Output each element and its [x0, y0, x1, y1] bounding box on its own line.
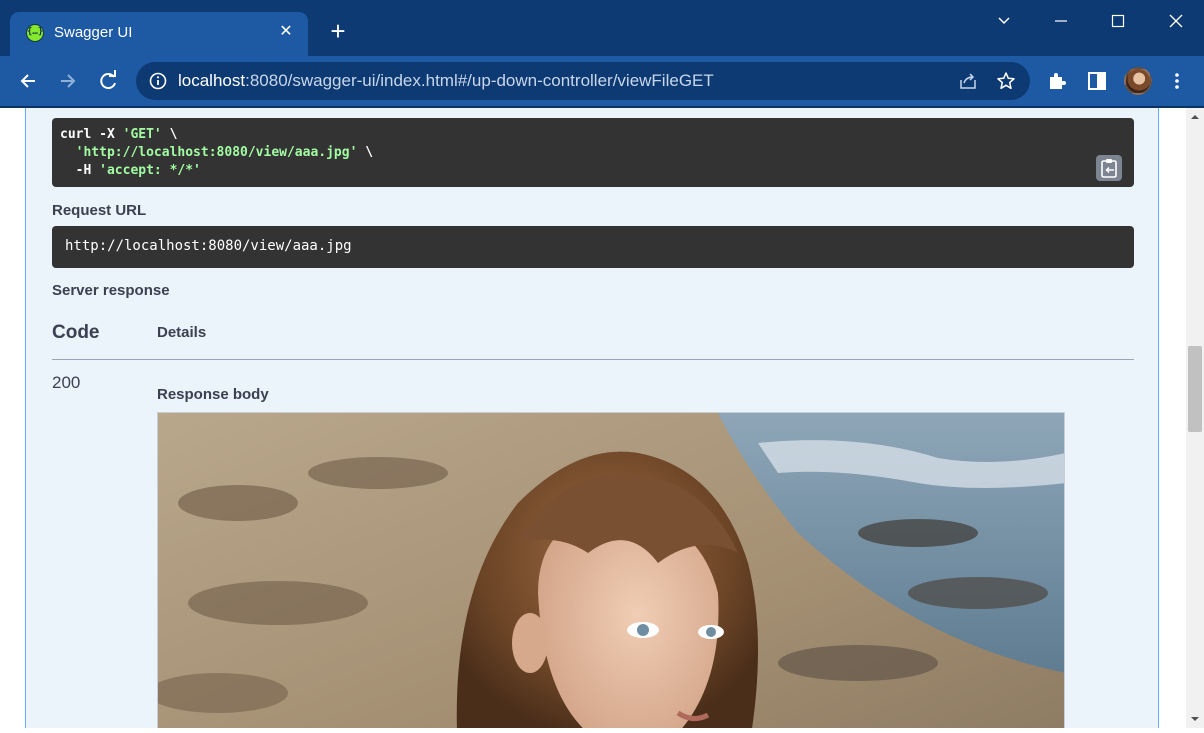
back-arrow-icon[interactable]: [14, 67, 42, 95]
response-body-image: [157, 412, 1065, 728]
beach-portrait-image: [158, 413, 1064, 728]
profile-avatar[interactable]: [1124, 67, 1152, 95]
response-table-divider: [52, 359, 1134, 360]
response-details-header: Details: [157, 324, 207, 341]
request-url-value: http://localhost:8080/view/aaa.jpg: [52, 226, 1134, 268]
tab-close-icon[interactable]: ✕: [276, 22, 296, 42]
extensions-puzzle-icon[interactable]: [1046, 70, 1068, 92]
scrollbar-thumb[interactable]: [1188, 346, 1202, 432]
scroll-down-arrow-icon[interactable]: [1186, 710, 1204, 728]
page-viewport: curl -X 'GET' \ 'http://localhost:8080/v…: [0, 108, 1186, 728]
forward-arrow-icon[interactable]: [54, 67, 82, 95]
scroll-up-arrow-icon[interactable]: [1186, 108, 1204, 126]
curl-line-1: curl -X 'GET' \: [60, 127, 178, 142]
minimize-icon[interactable]: [1039, 6, 1083, 36]
response-code-header: Code: [52, 322, 100, 343]
more-menu-icon[interactable]: [1166, 70, 1188, 92]
new-tab-button[interactable]: +: [324, 17, 352, 45]
share-icon[interactable]: [958, 71, 978, 91]
browser-toolbar: localhost:8080/swagger-ui/index.html#/up…: [0, 56, 1204, 106]
copy-to-clipboard-button[interactable]: [1096, 155, 1122, 181]
response-status-code: 200: [52, 373, 81, 392]
address-url[interactable]: localhost:8080/swagger-ui/index.html#/up…: [178, 71, 714, 91]
server-response-label: Server response: [52, 282, 170, 299]
maximize-icon[interactable]: [1096, 6, 1140, 36]
reload-icon[interactable]: [94, 67, 122, 95]
bookmark-star-icon[interactable]: [996, 71, 1016, 91]
swagger-favicon-icon: {…}: [26, 24, 44, 42]
address-bar[interactable]: localhost:8080/swagger-ui/index.html#/up…: [136, 62, 1030, 100]
tab-title: Swagger UI: [54, 24, 133, 41]
tab-search-chevron-icon[interactable]: [982, 6, 1026, 36]
address-host: localhost: [178, 71, 246, 90]
page-scrollbar[interactable]: [1186, 108, 1204, 728]
clipboard-icon: [1101, 159, 1117, 178]
request-url-label: Request URL: [52, 202, 147, 219]
curl-line-2: 'http://localhost:8080/view/aaa.jpg' \: [75, 145, 374, 160]
curl-command-block: curl -X 'GET' \ 'http://localhost:8080/v…: [52, 118, 1134, 187]
site-info-icon[interactable]: [148, 71, 168, 91]
side-panel-icon[interactable]: [1086, 70, 1108, 92]
response-body-label: Response body: [157, 386, 269, 403]
curl-line-3: -H 'accept: */*': [60, 163, 201, 178]
operation-block-get: curl -X 'GET' \ 'http://localhost:8080/v…: [25, 108, 1159, 728]
window-close-icon[interactable]: [1154, 6, 1198, 36]
browser-tab-swagger[interactable]: {…} Swagger UI ✕: [10, 12, 308, 56]
browser-titlebar: {…} Swagger UI ✕ +: [0, 0, 1204, 56]
address-path: :8080/swagger-ui/index.html#/up-down-con…: [245, 71, 714, 90]
